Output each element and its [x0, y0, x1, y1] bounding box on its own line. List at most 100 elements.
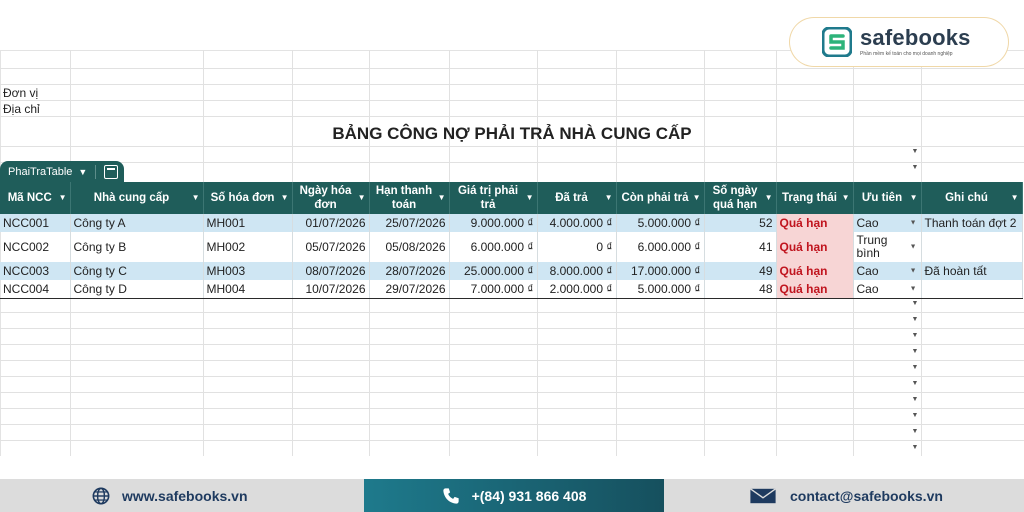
- grid-row-line: [0, 146, 1024, 147]
- filter-dropdown-icon: ▼: [280, 193, 289, 202]
- cell-dropdown-icon[interactable]: ▼: [910, 164, 920, 171]
- column-header[interactable]: Ưu tiên ▼: [853, 182, 922, 214]
- cell-amount-paid[interactable]: 0 ₫: [537, 232, 617, 262]
- cell-invoice-date[interactable]: 10/07/2026: [292, 280, 370, 299]
- footer-phone[interactable]: +(84) 931 866 408: [364, 479, 664, 512]
- cell-days-overdue[interactable]: 49: [704, 262, 777, 280]
- cell-status[interactable]: Quá hạn: [776, 280, 854, 299]
- filter-dropdown-icon: ▼: [525, 193, 534, 202]
- cell-supplier-code[interactable]: NCC004: [0, 280, 71, 299]
- filter-dropdown-icon: ▼: [58, 193, 67, 202]
- cell-dropdown-icon[interactable]: ▼: [910, 332, 920, 339]
- cell-dropdown-icon[interactable]: ▼: [910, 444, 920, 451]
- cell-note[interactable]: Thanh toán đợt 2: [921, 214, 1023, 232]
- column-header[interactable]: Ghi chú ▼: [921, 182, 1023, 214]
- cell-invoice-no[interactable]: MH004: [203, 280, 293, 299]
- website-link[interactable]: www.safebooks.vn: [122, 488, 248, 504]
- table-header-row: Mã NCC ▼ Nhà cung cấp ▼ Số hóa đơn ▼ Ngày h…: [0, 182, 1023, 214]
- grid-row-line: [0, 408, 1024, 409]
- safebooks-logo-icon: [821, 26, 853, 58]
- cell-due-date[interactable]: 29/07/2026: [369, 280, 450, 299]
- cell-dropdown-icon[interactable]: ▼: [910, 380, 920, 387]
- cell-due-date[interactable]: 25/07/2026: [369, 214, 450, 232]
- cell-amount-payable[interactable]: 6.000.000 ₫: [449, 232, 538, 262]
- cell-amount-paid[interactable]: 8.000.000 ₫: [537, 262, 617, 280]
- column-header[interactable]: Còn phải trả ▼: [616, 182, 705, 214]
- cell-dropdown-icon[interactable]: ▼: [910, 348, 920, 355]
- cell-invoice-date[interactable]: 01/07/2026: [292, 214, 370, 232]
- cell-note[interactable]: Đã hoàn tất: [921, 262, 1023, 280]
- column-header[interactable]: Giá trị phải trả ▼: [449, 182, 538, 214]
- cell-days-overdue[interactable]: 52: [704, 214, 777, 232]
- cell-supplier-code[interactable]: NCC001: [0, 214, 71, 232]
- cell-invoice-no[interactable]: MH003: [203, 262, 293, 280]
- cell-days-overdue[interactable]: 41: [704, 232, 777, 262]
- grid-row-line: [0, 440, 1024, 441]
- column-header[interactable]: Ngày hóa đơn ▼: [292, 182, 370, 214]
- footer-email[interactable]: contact@safebooks.vn: [748, 479, 943, 512]
- cell-note[interactable]: [921, 232, 1023, 262]
- cell-dropdown-icon[interactable]: ▼: [910, 316, 920, 323]
- cell-note[interactable]: [921, 280, 1023, 299]
- table-row: NCC004 Công ty D MH004 10/07/2026 29/07/…: [0, 280, 1023, 299]
- cell-status[interactable]: Quá hạn: [776, 232, 854, 262]
- cell-supplier-name[interactable]: Công ty A: [70, 214, 204, 232]
- cell-supplier-name[interactable]: Công ty C: [70, 262, 204, 280]
- cell-supplier-name[interactable]: Công ty D: [70, 280, 204, 299]
- column-header[interactable]: Trạng thái ▼: [776, 182, 854, 214]
- cell-supplier-code[interactable]: NCC002: [0, 232, 71, 262]
- cell-status[interactable]: Quá hạn: [776, 262, 854, 280]
- label-don-vi: Đơn vị: [3, 86, 39, 100]
- cell-dropdown-icon[interactable]: ▼: [910, 300, 920, 307]
- brand-tagline: Phần mềm kế toán cho mọi doanh nghiệp: [860, 51, 953, 57]
- cell-amount-payable[interactable]: 7.000.000 ₫: [449, 280, 538, 299]
- globe-icon: [92, 487, 110, 504]
- cell-invoice-no[interactable]: MH002: [203, 232, 293, 262]
- cell-status[interactable]: Quá hạn: [776, 214, 854, 232]
- cell-amount-paid[interactable]: 2.000.000 ₫: [537, 280, 617, 299]
- column-header[interactable]: Nhà cung cấp ▼: [70, 182, 204, 214]
- cell-dropdown-icon[interactable]: ▼: [910, 396, 920, 403]
- cell-priority[interactable]: Cao ▼: [853, 214, 922, 232]
- cell-amount-remaining[interactable]: 6.000.000 ₫: [616, 232, 705, 262]
- grid-row-line: [0, 328, 1024, 329]
- table-name-tab[interactable]: PhaiTraTable ▼: [0, 161, 124, 182]
- column-header[interactable]: Hạn thanh toán ▼: [369, 182, 450, 214]
- cell-amount-payable[interactable]: 9.000.000 ₫: [449, 214, 538, 232]
- cell-amount-remaining[interactable]: 5.000.000 ₫: [616, 214, 705, 232]
- cell-dropdown-icon[interactable]: ▼: [910, 148, 920, 155]
- cell-due-date[interactable]: 05/08/2026: [369, 232, 450, 262]
- column-header[interactable]: Số hóa đơn ▼: [203, 182, 293, 214]
- filter-dropdown-icon: ▼: [692, 193, 701, 202]
- dropdown-icon: ▼: [909, 243, 917, 251]
- cell-supplier-name[interactable]: Công ty B: [70, 232, 204, 262]
- cell-invoice-date[interactable]: 08/07/2026: [292, 262, 370, 280]
- cell-days-overdue[interactable]: 48: [704, 280, 777, 299]
- cell-priority[interactable]: Trung bình ▼: [853, 232, 922, 262]
- cell-amount-payable[interactable]: 25.000.000 ₫: [449, 262, 538, 280]
- dropdown-icon: ▼: [909, 219, 917, 227]
- cell-amount-remaining[interactable]: 17.000.000 ₫: [616, 262, 705, 280]
- tab-divider: [95, 164, 97, 179]
- cell-dropdown-icon[interactable]: ▼: [910, 412, 920, 419]
- cell-dropdown-icon[interactable]: ▼: [910, 364, 920, 371]
- cell-dropdown-icon[interactable]: ▼: [910, 428, 920, 435]
- cell-invoice-no[interactable]: MH001: [203, 214, 293, 232]
- cell-amount-remaining[interactable]: 5.000.000 ₫: [616, 280, 705, 299]
- chevron-down-icon[interactable]: ▼: [78, 167, 87, 177]
- cell-supplier-code[interactable]: NCC003: [0, 262, 71, 280]
- cell-due-date[interactable]: 28/07/2026: [369, 262, 450, 280]
- column-header[interactable]: Mã NCC ▼: [0, 182, 71, 214]
- footer-website[interactable]: www.safebooks.vn: [92, 479, 248, 512]
- column-header[interactable]: Đã trả ▼: [537, 182, 617, 214]
- email-link[interactable]: contact@safebooks.vn: [790, 488, 943, 504]
- grid-row-line: [0, 392, 1024, 393]
- column-header[interactable]: Số ngày quá hạn ▼: [704, 182, 777, 214]
- cell-priority[interactable]: Cao ▼: [853, 262, 922, 280]
- table-calculator-icon[interactable]: [104, 164, 119, 179]
- cell-amount-paid[interactable]: 4.000.000 ₫: [537, 214, 617, 232]
- table-row: NCC001 Công ty A MH001 01/07/2026 25/07/…: [0, 214, 1023, 232]
- cell-invoice-date[interactable]: 05/07/2026: [292, 232, 370, 262]
- cell-priority[interactable]: Cao ▼: [853, 280, 922, 299]
- phone-number[interactable]: +(84) 931 866 408: [472, 488, 587, 504]
